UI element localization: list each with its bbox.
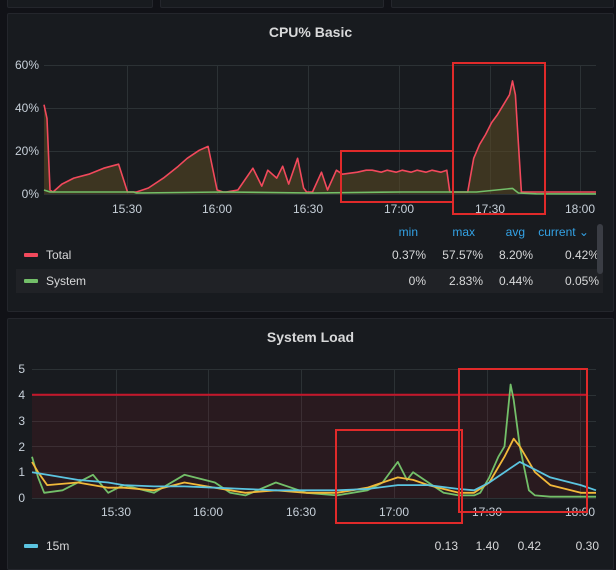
y-tick-label: 5 (18, 362, 25, 376)
legend-row-total[interactable]: Total 0.37% 57.57% 8.20% 0.42% (16, 243, 603, 267)
x-tick-label: 16:30 (292, 202, 324, 216)
y-tick-label: 2 (18, 440, 25, 454)
prev-panel-stub (160, 0, 384, 8)
x-tick-label: 16:00 (201, 202, 233, 216)
legend-header-current[interactable]: current ⌄ (514, 225, 589, 239)
y-tick-label: 60% (14, 58, 39, 72)
y-tick-label: 0 (18, 491, 25, 505)
prev-panel-stub (391, 0, 614, 8)
x-tick-label: 15:30 (100, 505, 132, 519)
top-panel-strip (0, 0, 616, 8)
y-tick-label: 1 (18, 465, 25, 479)
legend-series-name[interactable]: System (46, 274, 86, 288)
legend-swatch (24, 544, 38, 548)
legend-row-15m[interactable]: 15m 0.13 1.40 0.42 0.30 (16, 534, 603, 558)
panel-title[interactable]: System Load (8, 329, 613, 345)
legend-row-system[interactable]: System 0% 2.83% 0.44% 0.05% (16, 269, 603, 293)
legend-current-value: 0.30 (575, 539, 599, 553)
legend-series-name[interactable]: 15m (46, 539, 69, 553)
y-tick-label: 20% (14, 144, 39, 158)
y-tick-label: 3 (18, 414, 25, 428)
x-tick-label: 16:00 (192, 505, 224, 519)
legend-avg-value: 0.44% (498, 274, 533, 288)
panel-title[interactable]: CPU% Basic (8, 24, 613, 40)
legend-min-value: 0% (408, 274, 426, 288)
system-load-panel[interactable]: System Load 5 4 3 2 1 0 15:30 16:00 16:3… (7, 318, 614, 570)
legend-swatch (24, 253, 38, 257)
legend-current-value: 0.42% (564, 248, 599, 262)
legend-avg-value: 0.42 (517, 539, 541, 553)
y-tick-label: 4 (18, 388, 25, 402)
legend-header-min[interactable]: min (358, 225, 418, 239)
legend-swatch (24, 279, 38, 283)
y-tick-label: 0% (21, 187, 39, 201)
highlight-box (452, 62, 546, 215)
x-tick-label: 16:30 (285, 505, 317, 519)
highlight-box (335, 429, 463, 524)
highlight-box (458, 368, 588, 513)
legend-current-value: 0.05% (564, 274, 599, 288)
legend-avg-value: 8.20% (498, 248, 533, 262)
legend-scrollbar[interactable] (597, 224, 603, 274)
x-tick-label: 18:00 (564, 202, 596, 216)
legend-series-name[interactable]: Total (46, 248, 71, 262)
x-tick-label: 15:30 (111, 202, 143, 216)
highlight-box (340, 150, 454, 203)
legend-min-value: 0.37% (391, 248, 426, 262)
y-tick-label: 40% (14, 101, 39, 115)
prev-panel-stub (7, 0, 153, 8)
x-tick-label: 17:00 (383, 202, 415, 216)
cpu-basic-panel[interactable]: CPU% Basic 60% 40% 20% 0% 15:30 16:00 16… (7, 13, 614, 312)
